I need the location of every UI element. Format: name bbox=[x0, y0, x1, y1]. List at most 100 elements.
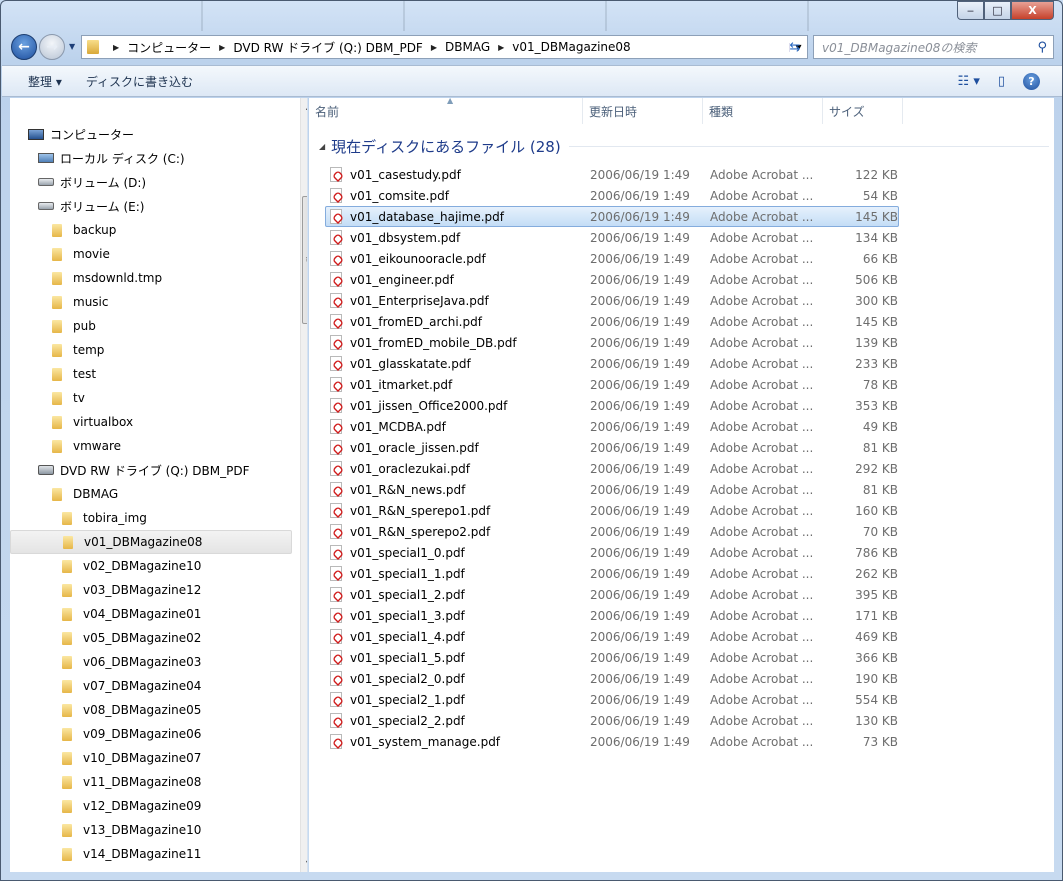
tree-item[interactable]: backup bbox=[10, 218, 292, 242]
tree-item-label: v08_DBMagazine05 bbox=[83, 703, 202, 717]
preview-pane-icon[interactable]: ▯ bbox=[998, 74, 1005, 89]
tree-item[interactable]: v05_DBMagazine02 bbox=[10, 626, 292, 650]
chevron-right-icon[interactable]: ▶ bbox=[498, 43, 504, 52]
tree-item[interactable]: movie bbox=[10, 242, 292, 266]
file-row[interactable]: v01_special1_2.pdf 2006/06/19 1:49 Adobe A… bbox=[325, 584, 899, 605]
tree-item[interactable]: v09_DBMagazine06 bbox=[10, 722, 292, 746]
file-row[interactable]: v01_dbsystem.pdf 2006/06/19 1:49 Adobe Acr… bbox=[325, 227, 899, 248]
address-bar[interactable]: ▶ コンピューター ▶ DVD RW ドライブ (Q:) DBM_PDF ▶ DBMAG ▶… bbox=[81, 35, 808, 59]
tree-item[interactable]: music bbox=[10, 290, 292, 314]
breadcrumb-item[interactable]: v01_DBMagazine08 bbox=[512, 40, 630, 54]
refresh-button[interactable]: ⇆ bbox=[782, 35, 808, 59]
tree-item[interactable]: tobira_img bbox=[10, 506, 292, 530]
file-date: 2006/06/19 1:49 bbox=[590, 398, 690, 413]
file-size: 233 KB bbox=[855, 356, 898, 371]
tree-item[interactable]: tv bbox=[10, 386, 292, 410]
column-header-size[interactable]: サイズ bbox=[823, 98, 903, 124]
burn-to-disc-button[interactable]: ディスクに書き込む bbox=[74, 68, 205, 94]
collapse-icon[interactable]: ◢ bbox=[319, 142, 325, 151]
file-row[interactable]: v01_fromED_archi.pdf 2006/06/19 1:49 Adobe… bbox=[325, 311, 899, 332]
help-icon[interactable]: ? bbox=[1023, 72, 1040, 90]
breadcrumb-item[interactable]: DVD RW ドライブ (Q:) DBM_PDF bbox=[233, 39, 423, 56]
file-row[interactable]: v01_system_manage.pdf 2006/06/19 1:49 Adob… bbox=[325, 731, 899, 752]
tree-item[interactable]: vmware bbox=[10, 434, 292, 458]
tree-item[interactable]: v06_DBMagazine03 bbox=[10, 650, 292, 674]
file-row[interactable]: v01_R&N_news.pdf 2006/06/19 1:49 Adobe Acr… bbox=[325, 479, 899, 500]
back-button[interactable]: ← bbox=[11, 34, 37, 60]
folder-icon bbox=[62, 727, 72, 741]
file-row[interactable]: v01_special2_0.pdf 2006/06/19 1:49 Adobe A… bbox=[325, 668, 899, 689]
column-header-name[interactable]: ▲ 名前 bbox=[309, 96, 583, 124]
search-icon[interactable]: ⚲ bbox=[1037, 40, 1047, 55]
file-row[interactable]: v01_special1_1.pdf 2006/06/19 1:49 Adobe A… bbox=[325, 563, 899, 584]
file-row[interactable]: v01_R&N_sperepo1.pdf 2006/06/19 1:49 Adobe… bbox=[325, 500, 899, 521]
file-size: 395 KB bbox=[855, 587, 898, 602]
organize-button[interactable]: 整理 ▾ bbox=[16, 68, 74, 94]
recent-pages-dropdown[interactable]: ▼ bbox=[69, 42, 75, 51]
tree-item[interactable]: v13_DBMagazine10 bbox=[10, 818, 292, 842]
group-header[interactable]: ◢ 現在ディスクにあるファイル (28) bbox=[319, 136, 1049, 157]
tree-item[interactable]: ローカル ディスク (C:) bbox=[10, 146, 292, 170]
file-row[interactable]: v01_special1_5.pdf 2006/06/19 1:49 Adobe A… bbox=[325, 647, 899, 668]
chevron-right-icon[interactable]: ▶ bbox=[219, 43, 225, 52]
file-row[interactable]: v01_special1_3.pdf 2006/06/19 1:49 Adobe A… bbox=[325, 605, 899, 626]
chevron-right-icon[interactable]: ▶ bbox=[431, 43, 437, 52]
breadcrumb-item[interactable]: DBMAG bbox=[445, 40, 490, 54]
file-row[interactable]: v01_MCDBA.pdf 2006/06/19 1:49 Adobe Acroba… bbox=[325, 416, 899, 437]
file-row[interactable]: v01_special1_0.pdf 2006/06/19 1:49 Adobe A… bbox=[325, 542, 899, 563]
tree-item[interactable]: test bbox=[10, 362, 292, 386]
file-row[interactable]: v01_fromED_mobile_DB.pdf 2006/06/19 1:49 A… bbox=[325, 332, 899, 353]
file-row[interactable]: v01_special1_4.pdf 2006/06/19 1:49 Adobe A… bbox=[325, 626, 899, 647]
view-options-icon[interactable]: ☷ ▾ bbox=[958, 74, 980, 89]
file-row[interactable]: v01_database_hajime.pdf 2006/06/19 1:49 Ad… bbox=[325, 206, 899, 227]
tree-item[interactable]: v04_DBMagazine01 bbox=[10, 602, 292, 626]
file-row[interactable]: v01_engineer.pdf 2006/06/19 1:49 Adobe Acr… bbox=[325, 269, 899, 290]
tree-item[interactable]: v02_DBMagazine10 bbox=[10, 554, 292, 578]
tree-item[interactable]: temp bbox=[10, 338, 292, 362]
tree-item[interactable]: virtualbox bbox=[10, 410, 292, 434]
tree-item[interactable]: pub bbox=[10, 314, 292, 338]
tree-item[interactable]: DBMAG bbox=[10, 482, 292, 506]
column-header-date[interactable]: 更新日時 bbox=[583, 98, 703, 124]
minimize-button[interactable]: ‒ bbox=[957, 1, 984, 20]
column-header-type[interactable]: 種類 bbox=[703, 98, 823, 124]
search-input[interactable]: v01_DBMagazine08の検索 ⚲ bbox=[813, 35, 1054, 59]
tree-item[interactable]: v12_DBMagazine09 bbox=[10, 794, 292, 818]
tree-item[interactable]: msdownld.tmp bbox=[10, 266, 292, 290]
file-row[interactable]: v01_oraclezukai.pdf 2006/06/19 1:49 Adobe … bbox=[325, 458, 899, 479]
file-row[interactable]: v01_special2_2.pdf 2006/06/19 1:49 Adobe A… bbox=[325, 710, 899, 731]
file-row[interactable]: v01_eikounooracle.pdf 2006/06/19 1:49 Adob… bbox=[325, 248, 899, 269]
tree-item[interactable]: v01_DBMagazine08 bbox=[10, 530, 292, 554]
chevron-right-icon[interactable]: ▶ bbox=[113, 43, 119, 52]
navigation-scrollbar[interactable]: ▲ ≡ ▼ bbox=[300, 98, 307, 872]
file-type: Adobe Acrobat ... bbox=[710, 314, 814, 329]
tree-item[interactable]: コンピューター bbox=[10, 122, 292, 146]
file-row[interactable]: v01_oracle_jissen.pdf 2006/06/19 1:49 Adob… bbox=[325, 437, 899, 458]
maximize-button[interactable]: □ bbox=[984, 1, 1011, 20]
file-row[interactable]: v01_itmarket.pdf 2006/06/19 1:49 Adobe Acr… bbox=[325, 374, 899, 395]
tree-item[interactable]: v10_DBMagazine07 bbox=[10, 746, 292, 770]
scroll-up-arrow[interactable]: ▲ bbox=[301, 98, 307, 115]
tree-item[interactable]: ボリューム (E:) bbox=[10, 194, 292, 218]
tree-item[interactable]: DVD RW ドライブ (Q:) DBM_PDF bbox=[10, 458, 292, 482]
scroll-thumb[interactable]: ≡ bbox=[302, 196, 307, 324]
scroll-down-arrow[interactable]: ▼ bbox=[301, 855, 307, 872]
tree-item[interactable]: v08_DBMagazine05 bbox=[10, 698, 292, 722]
tree-item[interactable]: v14_DBMagazine11 bbox=[10, 842, 292, 866]
file-row[interactable]: v01_glasskatate.pdf 2006/06/19 1:49 Adobe … bbox=[325, 353, 899, 374]
breadcrumb-item[interactable]: コンピューター bbox=[127, 39, 211, 56]
close-button[interactable]: X bbox=[1011, 1, 1054, 20]
file-row[interactable]: v01_R&N_sperepo2.pdf 2006/06/19 1:49 Adobe… bbox=[325, 521, 899, 542]
tree-item[interactable]: ボリューム (D:) bbox=[10, 170, 292, 194]
file-row[interactable]: v01_jissen_Office2000.pdf 2006/06/19 1:49… bbox=[325, 395, 899, 416]
file-row[interactable]: v01_special2_1.pdf 2006/06/19 1:49 Adobe A… bbox=[325, 689, 899, 710]
file-row[interactable]: v01_EnterpriseJava.pdf 2006/06/19 1:49 Ado… bbox=[325, 290, 899, 311]
tree-item[interactable]: v03_DBMagazine12 bbox=[10, 578, 292, 602]
file-row[interactable]: v01_comsite.pdf 2006/06/19 1:49 Adobe Acro… bbox=[325, 185, 899, 206]
tree-item[interactable]: v11_DBMagazine08 bbox=[10, 770, 292, 794]
forward-button[interactable]: → bbox=[39, 34, 65, 60]
file-row[interactable]: v01_casestudy.pdf 2006/06/19 1:49 Adobe Ac… bbox=[325, 164, 899, 185]
file-size: 49 KB bbox=[862, 419, 898, 434]
file-date: 2006/06/19 1:49 bbox=[590, 251, 690, 266]
tree-item[interactable]: v07_DBMagazine04 bbox=[10, 674, 292, 698]
